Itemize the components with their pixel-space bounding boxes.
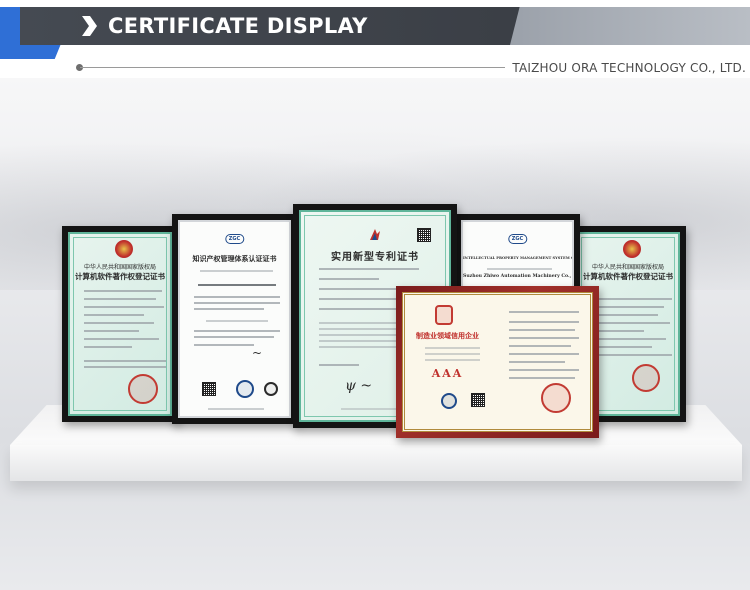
credit-rating: AAA bbox=[431, 367, 464, 380]
zgc-logo-icon: ZGC bbox=[224, 234, 245, 244]
cert-issuer: 中华人民共和国国家版权局 bbox=[83, 264, 156, 271]
qr-code-icon bbox=[471, 393, 485, 407]
certificate-credit-enterprise: 制造业领域信用企业 AAA bbox=[396, 286, 599, 438]
certificate-software-copyright-left: 中华人民共和国国家版权局 计算机软件著作权登记证书 bbox=[62, 226, 178, 422]
qr-code-icon bbox=[417, 228, 431, 242]
banner-grey-strip bbox=[510, 7, 750, 45]
credit-logo-icon bbox=[435, 305, 453, 325]
display-shelf-front bbox=[10, 445, 742, 481]
cert-title: 计算机软件著作权登记证书 bbox=[583, 272, 673, 281]
page-title-text: CERTIFICATE DISPLAY bbox=[108, 14, 368, 38]
qr-code-icon bbox=[202, 382, 216, 396]
certification-mark-icon bbox=[236, 380, 254, 398]
patent-office-logo-icon bbox=[370, 229, 380, 240]
national-emblem-icon bbox=[115, 240, 133, 258]
signature: ψ ~ bbox=[345, 378, 373, 394]
divider-line bbox=[80, 67, 505, 68]
national-emblem-icon bbox=[623, 240, 641, 258]
cert-title: 实用新型专利证书 bbox=[331, 252, 419, 263]
red-seal-icon bbox=[632, 364, 660, 392]
company-name: TAIZHOU ORA TECHNOLOGY CO., LTD. bbox=[512, 61, 746, 75]
page-title: CERTIFICATE DISPLAY bbox=[80, 13, 368, 39]
cert-title: 制造业领域信用企业 bbox=[416, 331, 479, 340]
signature: ~ bbox=[252, 346, 263, 360]
certificate-ip-management-cn: ZGC 知识产权管理体系认证证书 ~ bbox=[172, 214, 297, 424]
cert-issuer: 中华人民共和国国家版权局 bbox=[591, 264, 664, 271]
credit-rating-badge-icon bbox=[441, 393, 457, 409]
cert-company: Suzhou Zhiwo Automation Machinery Co., L… bbox=[463, 274, 574, 279]
accreditation-mark-icon bbox=[264, 382, 278, 396]
cert-title: INTELLECTUAL PROPERTY MANAGEMENT SYSTEM … bbox=[463, 256, 574, 260]
zgc-logo-icon: ZGC bbox=[507, 234, 528, 244]
cert-title: 计算机软件著作权登记证书 bbox=[75, 272, 165, 281]
cert-title: 知识产权管理体系认证证书 bbox=[192, 254, 277, 263]
chevron-right-icon bbox=[82, 16, 97, 36]
red-seal-icon bbox=[541, 383, 571, 413]
red-seal-icon bbox=[128, 374, 158, 404]
